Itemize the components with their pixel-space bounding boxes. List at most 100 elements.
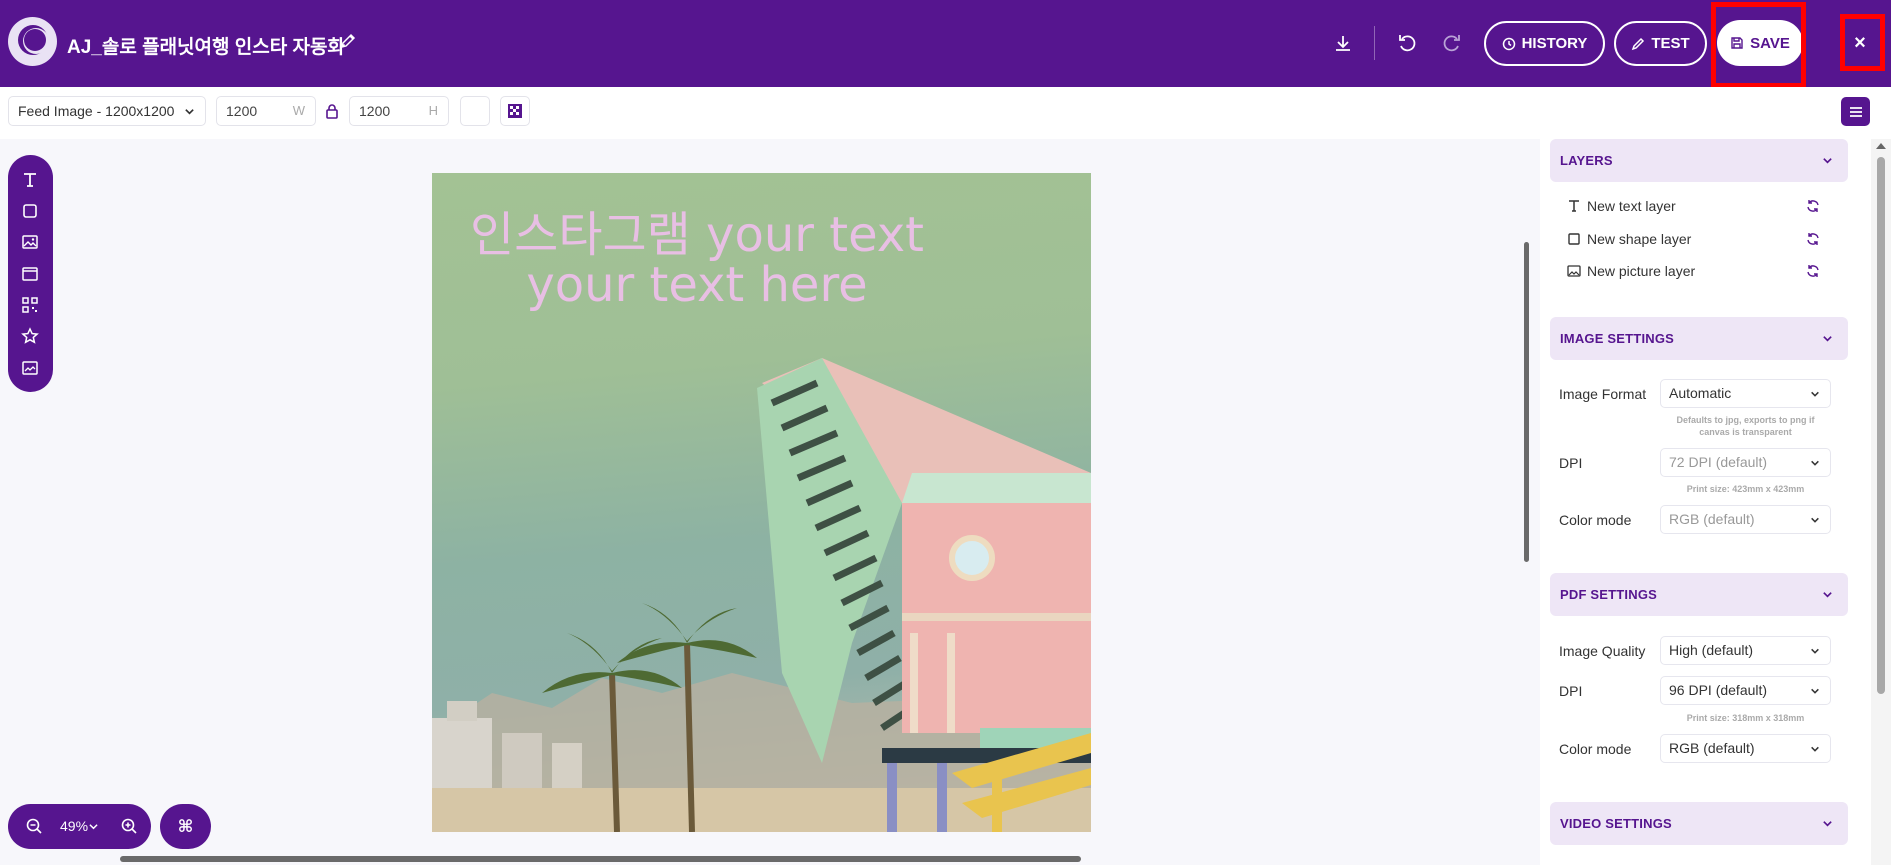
chevron-down-icon xyxy=(1811,648,1819,654)
layers-section-header[interactable]: LAYERS xyxy=(1550,139,1848,182)
header-divider xyxy=(1374,26,1375,60)
image-settings-header[interactable]: IMAGE SETTINGS xyxy=(1550,317,1848,360)
pdf-color-mode-select[interactable]: RGB (default) xyxy=(1660,734,1831,763)
chevron-down-icon xyxy=(1823,821,1832,827)
canvas-text-line-1[interactable]: 인스타그램 your text xyxy=(432,195,962,265)
lock-icon[interactable] xyxy=(325,103,339,119)
chevron-down-icon[interactable] xyxy=(89,822,98,831)
test-label: TEST xyxy=(1651,35,1690,52)
chevron-down-icon xyxy=(1823,336,1832,342)
history-label: HISTORY xyxy=(1521,35,1588,52)
chevron-down-icon xyxy=(1823,592,1832,598)
frame-tool-icon[interactable] xyxy=(21,265,39,283)
height-input[interactable]: 1200 H xyxy=(349,96,449,126)
top-bar: AJ_솔로 플래닛여행 인스타 자동화 HISTORY TEST SAVE × xyxy=(0,0,1891,87)
qr-code-tool-icon[interactable] xyxy=(21,296,39,314)
video-settings-header[interactable]: VIDEO SETTINGS xyxy=(1550,802,1848,845)
download-icon[interactable] xyxy=(1333,33,1353,53)
image-dpi-label: DPI xyxy=(1559,455,1583,471)
video-settings-title: VIDEO SETTINGS xyxy=(1560,816,1672,831)
shortcuts-button[interactable]: ⌘ xyxy=(160,804,211,849)
layers-title: LAYERS xyxy=(1560,153,1613,168)
pdf-settings-header[interactable]: PDF SETTINGS xyxy=(1550,573,1848,616)
image-color-mode-value: RGB (default) xyxy=(1669,511,1755,527)
star-tool-icon[interactable] xyxy=(21,327,39,345)
pdf-dpi-select[interactable]: 96 DPI (default) xyxy=(1660,676,1831,705)
image-dpi-value: 72 DPI (default) xyxy=(1669,454,1768,470)
zoom-out-icon[interactable] xyxy=(25,817,43,835)
image-icon xyxy=(1567,265,1581,277)
app-logo[interactable] xyxy=(8,17,57,66)
image-format-label: Image Format xyxy=(1559,386,1647,402)
canvas-horizontal-scrollbar[interactable] xyxy=(120,856,1081,862)
format-value: Feed Image - 1200x1200 xyxy=(18,103,175,119)
layer-item-shape[interactable]: New shape layer xyxy=(1567,230,1827,250)
chevron-down-icon xyxy=(1811,746,1819,752)
media-tool-icon[interactable] xyxy=(21,359,39,377)
chevron-down-icon xyxy=(1823,158,1832,164)
layer-label: New text layer xyxy=(1587,198,1676,214)
chevron-down-icon xyxy=(1811,391,1819,397)
image-print-size-hint: Print size: 423mm x 423mm xyxy=(1686,484,1805,494)
panel-scrollbar-thumb[interactable] xyxy=(1877,157,1885,694)
pdf-quality-value: High (default) xyxy=(1669,642,1754,658)
background-color-swatch[interactable] xyxy=(460,96,490,126)
width-input[interactable]: 1200 W xyxy=(216,96,316,126)
history-icon xyxy=(1502,37,1515,50)
save-icon xyxy=(1731,37,1743,49)
chevron-down-icon xyxy=(185,109,194,115)
document-title[interactable]: AJ_솔로 플래닛여행 인스타 자동화 xyxy=(67,32,345,59)
pdf-color-mode-label: Color mode xyxy=(1559,741,1632,757)
transparency-button[interactable] xyxy=(500,96,530,126)
layer-item-picture[interactable]: New picture layer xyxy=(1567,262,1827,282)
height-value: 1200 xyxy=(359,103,391,119)
save-button[interactable]: SAVE xyxy=(1717,20,1803,66)
canvas-text-line-2[interactable]: your text here xyxy=(432,257,962,313)
shape-tool-icon[interactable] xyxy=(21,202,39,220)
hamburger-icon xyxy=(1849,106,1862,117)
pdf-quality-select[interactable]: High (default) xyxy=(1660,636,1831,665)
pdf-color-mode-value: RGB (default) xyxy=(1669,740,1755,756)
scroll-up-arrow-icon[interactable] xyxy=(1876,143,1886,149)
history-button[interactable]: HISTORY xyxy=(1484,21,1605,66)
format-select[interactable]: Feed Image - 1200x1200 xyxy=(8,96,206,126)
edit-title-icon[interactable] xyxy=(340,33,356,49)
pdf-dpi-value: 96 DPI (default) xyxy=(1669,682,1768,698)
height-unit: H xyxy=(428,103,438,118)
text-icon xyxy=(1569,200,1579,212)
pdf-dpi-label: DPI xyxy=(1559,683,1583,699)
design-canvas[interactable]: 인스타그램 your text your text here xyxy=(432,173,1091,832)
image-settings-title: IMAGE SETTINGS xyxy=(1560,331,1675,346)
canvas-vertical-scrollbar[interactable] xyxy=(1524,242,1529,562)
save-label: SAVE xyxy=(1750,34,1790,52)
pdf-quality-label: Image Quality xyxy=(1559,643,1646,659)
image-tool-icon[interactable] xyxy=(21,233,39,251)
undo-icon[interactable] xyxy=(1397,33,1417,53)
layer-item-text[interactable]: New text layer xyxy=(1567,197,1827,217)
zoom-in-icon[interactable] xyxy=(120,817,138,835)
chevron-down-icon xyxy=(1811,688,1819,694)
image-format-value: Automatic xyxy=(1669,385,1732,401)
redo-icon[interactable] xyxy=(1442,33,1462,53)
panel-menu-button[interactable] xyxy=(1841,97,1870,126)
checkerboard-icon xyxy=(508,104,522,118)
refresh-icon[interactable] xyxy=(1806,264,1820,278)
text-tool-icon[interactable] xyxy=(21,171,39,189)
close-button[interactable]: × xyxy=(1850,28,1870,58)
image-dpi-select[interactable]: 72 DPI (default) xyxy=(1660,448,1831,477)
image-color-mode-select[interactable]: RGB (default) xyxy=(1660,505,1831,534)
refresh-icon[interactable] xyxy=(1806,232,1820,246)
pdf-print-size-hint: Print size: 318mm x 318mm xyxy=(1686,713,1805,723)
square-icon xyxy=(1568,233,1580,245)
pdf-settings-title: PDF SETTINGS xyxy=(1560,587,1658,602)
zoom-value[interactable]: 49% xyxy=(60,818,88,834)
layer-label: New shape layer xyxy=(1587,231,1692,247)
test-button[interactable]: TEST xyxy=(1614,21,1707,66)
panel-scrollbar[interactable] xyxy=(1871,139,1891,865)
image-color-mode-label: Color mode xyxy=(1559,512,1632,528)
refresh-icon[interactable] xyxy=(1806,199,1820,213)
settings-panel: LAYERS New text layer New shape layer Ne… xyxy=(1540,139,1871,865)
chevron-down-icon xyxy=(1811,517,1819,523)
image-format-select[interactable]: Automatic xyxy=(1660,379,1831,408)
chevron-down-icon xyxy=(1811,460,1819,466)
